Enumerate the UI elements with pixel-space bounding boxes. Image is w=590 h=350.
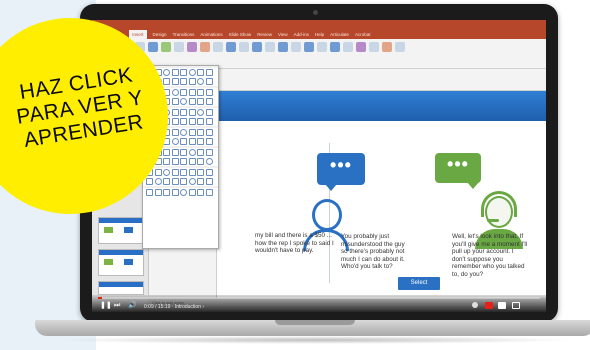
- next-icon[interactable]: ⏭: [114, 302, 120, 310]
- equation-icon[interactable]: [330, 42, 340, 52]
- tab-animations[interactable]: Animations: [200, 30, 222, 39]
- response-option-b[interactable]: Well, let's look into that. If you'll gi…: [452, 233, 528, 279]
- slide-thumbnail[interactable]: [98, 217, 144, 244]
- tab-view[interactable]: View: [278, 30, 288, 39]
- agent-speech-bubble: •••: [435, 153, 481, 183]
- zoom-icon[interactable]: [226, 42, 236, 52]
- laptop-notch: [275, 320, 355, 325]
- action-icon[interactable]: [252, 42, 262, 52]
- video-progress-bar[interactable]: [98, 297, 540, 299]
- shape-row[interactable]: [143, 188, 218, 197]
- insert-image-icon[interactable]: [395, 42, 405, 52]
- date-time-icon[interactable]: [317, 42, 327, 52]
- pause-icon[interactable]: ❚❚: [100, 302, 112, 310]
- tab-design[interactable]: Design: [153, 30, 167, 39]
- tab-articulate[interactable]: Articulate: [330, 30, 349, 39]
- cards-icon[interactable]: [498, 302, 506, 309]
- tab-help[interactable]: Help: [315, 30, 324, 39]
- shape-row[interactable]: [143, 177, 218, 186]
- comment-icon[interactable]: [265, 42, 275, 52]
- agent-head-icon: [485, 196, 513, 228]
- laptop-screen[interactable]: File Home Insert Design Transitions Anim…: [92, 20, 546, 312]
- fullscreen-icon[interactable]: [512, 302, 520, 309]
- smartart-icon[interactable]: [187, 42, 197, 52]
- laptop-shadow: [55, 336, 575, 344]
- icons-icon[interactable]: [161, 42, 171, 52]
- slide-header-band: [217, 91, 546, 121]
- laptop-base: [35, 320, 590, 336]
- link-icon[interactable]: [239, 42, 249, 52]
- response-option-a[interactable]: You probably just misunderstood the guy …: [341, 233, 413, 271]
- tab-slide-show[interactable]: Slide Show: [229, 30, 252, 39]
- ribbon-tabs: File Home Insert Design Transitions Anim…: [92, 30, 546, 39]
- customer-statement: my bill and there is a $50 ... how the r…: [255, 232, 334, 255]
- shapes-icon[interactable]: [148, 42, 158, 52]
- tab-review[interactable]: Review: [257, 30, 272, 39]
- symbol-icon[interactable]: [343, 42, 353, 52]
- screen-recording-icon[interactable]: [382, 42, 392, 52]
- slide-thumbnail[interactable]: [98, 249, 144, 276]
- tab-insert[interactable]: Insert: [129, 30, 147, 39]
- video-progress-fill: [98, 297, 103, 299]
- customer-head-icon: [312, 199, 342, 231]
- youtube-icon[interactable]: [485, 302, 493, 309]
- store-icon[interactable]: [213, 42, 223, 52]
- tab-acrobat[interactable]: Acrobat: [355, 30, 371, 39]
- chart-icon[interactable]: [200, 42, 210, 52]
- tab-transitions[interactable]: Transitions: [173, 30, 195, 39]
- settings-icon[interactable]: [472, 302, 478, 308]
- slide-canvas[interactable]: ••• ••• my bill and there is a $50 ... h…: [216, 90, 546, 300]
- 3d-models-icon[interactable]: [174, 42, 184, 52]
- select-button[interactable]: Select: [398, 277, 440, 290]
- agent-bubble-tail: [467, 182, 479, 189]
- customer-speech-bubble: •••: [317, 153, 365, 185]
- volume-icon[interactable]: 🔊: [128, 302, 137, 310]
- agent-mic-icon: [487, 219, 499, 222]
- video-icon[interactable]: [356, 42, 366, 52]
- camera-icon: [313, 10, 318, 15]
- header-footer-icon[interactable]: [291, 42, 301, 52]
- tab-add-ins[interactable]: Add-ins: [294, 30, 309, 39]
- text-box-icon[interactable]: [278, 42, 288, 52]
- customer-bubble-tail: [325, 184, 337, 191]
- slide-thumbnail[interactable]: [98, 281, 144, 295]
- audio-icon[interactable]: [369, 42, 379, 52]
- video-time: 0:09 / 15:19 · Introduction ›: [144, 304, 205, 310]
- powerpoint-title-bar: [92, 20, 546, 30]
- shape-row[interactable]: [143, 168, 218, 177]
- wordart-icon[interactable]: [304, 42, 314, 52]
